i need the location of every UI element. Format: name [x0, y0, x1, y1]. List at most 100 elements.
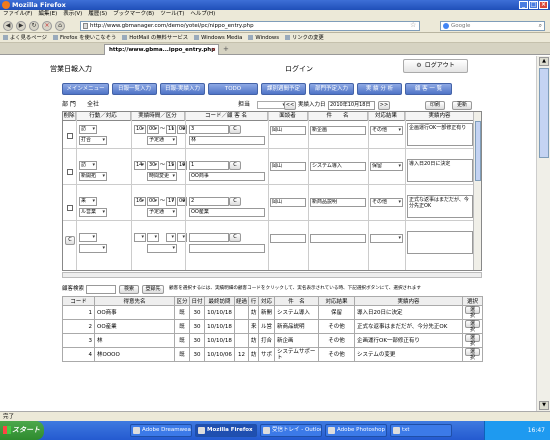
action-select[interactable]: 訪: [79, 125, 97, 134]
result-select[interactable]: [370, 234, 403, 243]
person-input[interactable]: 岡山: [270, 126, 306, 135]
new-tab-icon[interactable]: +: [223, 45, 229, 54]
subject-input[interactable]: システム導入: [310, 162, 366, 171]
menu-bookmarks[interactable]: ブックマーク(B): [113, 10, 154, 19]
register-button[interactable]: 登録先: [142, 285, 164, 294]
action-type-select[interactable]: [79, 244, 107, 253]
menu-help[interactable]: ヘルプ(H): [190, 10, 215, 19]
form-horizontal-scrollbar[interactable]: [62, 272, 482, 278]
page-scrollbar[interactable]: ▲ ▼: [536, 56, 550, 411]
customer-name-input[interactable]: [189, 244, 265, 253]
url-bar[interactable]: http://www.gbmanager.com/demo/yotei/pc/n…: [80, 21, 420, 31]
taskbar-item[interactable]: Adobe Dreamweaver...: [130, 424, 192, 437]
bookmark-item[interactable]: HotMail の無料サービス: [122, 33, 188, 42]
back-icon[interactable]: ◀: [3, 21, 13, 31]
customer-lookup-button[interactable]: C: [229, 233, 241, 242]
content-textarea[interactable]: [407, 231, 473, 254]
subject-input[interactable]: 新企画: [310, 126, 366, 135]
taskbar-item[interactable]: Mozilla Firefox: [195, 424, 257, 437]
bookmark-item[interactable]: Firefox を使いこなそう: [53, 33, 116, 42]
action-type-select[interactable]: ル営業: [79, 208, 107, 217]
menu-edit[interactable]: 編集(E): [38, 10, 57, 19]
delete-checkbox[interactable]: [67, 133, 73, 139]
kubun-select[interactable]: 予定通: [147, 136, 177, 145]
result-select[interactable]: その他: [370, 198, 403, 207]
search-icon[interactable]: ⌕: [539, 22, 542, 30]
customer-search-input[interactable]: [86, 285, 116, 294]
minimize-button[interactable]: _: [519, 1, 528, 9]
scroll-thumb[interactable]: [539, 68, 549, 158]
customer-lookup-button[interactable]: C: [229, 161, 241, 170]
end-hour[interactable]: 15: [166, 161, 176, 170]
end-hour[interactable]: [166, 233, 176, 242]
kubun-select[interactable]: [147, 244, 177, 253]
end-hour[interactable]: 11: [166, 125, 176, 134]
nav-customers[interactable]: 顧 客 一 覧: [405, 83, 452, 95]
nav-daily-list[interactable]: 日報一覧入力: [112, 83, 157, 95]
table-row[interactable]: 1 OO商事 既 30 10/10/18 訪 新開 システム導入 保留 導入日2…: [62, 305, 483, 320]
search-input[interactable]: Google ⌕: [440, 21, 545, 31]
person-input[interactable]: 岡山: [270, 162, 306, 171]
taskbar-item[interactable]: 受信トレイ - Outloo...: [260, 424, 322, 437]
customer-lookup-button[interactable]: C: [229, 197, 241, 206]
customer-code-input[interactable]: 3: [189, 125, 229, 134]
bookmark-item[interactable]: よく見るページ: [3, 33, 47, 42]
row-add-button[interactable]: C: [65, 236, 75, 245]
bookmark-item[interactable]: リンクの変更: [285, 33, 324, 42]
person-input[interactable]: 岡山: [270, 198, 306, 207]
menu-history[interactable]: 履歴(S): [88, 10, 107, 19]
bookmark-star-icon[interactable]: ☆: [410, 21, 416, 29]
nav-todo[interactable]: TODO: [208, 83, 258, 95]
table-row[interactable]: 2 OO産業 既 30 10/10/18 来 ル営 新商品説明 その他 正式な返…: [62, 319, 483, 334]
start-minute[interactable]: 00: [147, 197, 159, 206]
result-select[interactable]: その他: [370, 126, 403, 135]
taskbar-item[interactable]: txt: [390, 424, 452, 437]
bookmark-item[interactable]: Windows: [248, 33, 279, 42]
dept-value[interactable]: 全社: [87, 100, 99, 110]
action-type-select[interactable]: 打合: [79, 136, 107, 145]
select-button[interactable]: 選択: [465, 348, 480, 361]
person-select[interactable]: [257, 101, 287, 109]
prev-date-button[interactable]: <<: [284, 101, 296, 110]
content-textarea[interactable]: 導入日20日に決定: [407, 159, 473, 182]
person-input[interactable]: [270, 234, 306, 243]
start-hour[interactable]: 10: [134, 125, 146, 134]
start-hour[interactable]: 14: [134, 161, 146, 170]
update-button[interactable]: 更新: [452, 101, 472, 110]
home-icon[interactable]: ⌂: [55, 21, 65, 31]
start-minute[interactable]: [147, 233, 159, 242]
bookmark-item[interactable]: Windows Media: [194, 33, 242, 42]
start-button[interactable]: スタート: [0, 421, 44, 440]
select-button[interactable]: 選択: [465, 306, 480, 319]
result-select[interactable]: 保留: [370, 162, 403, 171]
content-textarea[interactable]: 正式な返事はまだだが、今分先正OK: [407, 195, 473, 218]
nav-dept-plan[interactable]: 部門予定入力: [309, 83, 354, 95]
next-date-button[interactable]: >>: [378, 101, 390, 110]
customer-name-input[interactable]: OO商事: [189, 172, 265, 181]
stop-icon[interactable]: ×: [42, 21, 52, 31]
table-row[interactable]: 4 林OOOO 既 30 10/10/06 12 訪 サポ システムサポート そ…: [62, 347, 483, 362]
print-button[interactable]: 印刷: [425, 101, 445, 110]
form-scrollbar[interactable]: [473, 112, 481, 270]
action-select[interactable]: 来: [79, 197, 97, 206]
delete-checkbox[interactable]: [67, 169, 73, 175]
action-type-select[interactable]: 新開拓: [79, 172, 107, 181]
close-window-button[interactable]: ×: [539, 1, 548, 9]
customer-lookup-button[interactable]: C: [229, 125, 241, 134]
start-hour[interactable]: [134, 233, 146, 242]
select-button[interactable]: 選択: [465, 320, 480, 333]
nav-weekly-plan[interactable]: 課別週間予定: [261, 83, 306, 95]
action-select[interactable]: [79, 233, 97, 242]
scroll-up-icon[interactable]: ▲: [539, 57, 549, 66]
action-select[interactable]: 訪: [79, 161, 97, 170]
start-minute[interactable]: 00: [147, 125, 159, 134]
table-row[interactable]: 3 林 既 30 10/10/18 訪 打合 新企画 その他 企画運行OK一部修…: [62, 333, 483, 348]
tab-close-icon[interactable]: ×: [211, 45, 216, 55]
date-input[interactable]: 2010年10月18日: [328, 101, 375, 110]
select-button[interactable]: 選択: [465, 334, 480, 347]
customer-code-input[interactable]: 1: [189, 161, 229, 170]
scroll-down-icon[interactable]: ▼: [539, 401, 549, 410]
maximize-button[interactable]: □: [529, 1, 538, 9]
nav-analysis[interactable]: 実 績 分 析: [357, 83, 402, 95]
browser-tab[interactable]: http://www.gbma...ippo_entry.php ×: [104, 44, 219, 55]
